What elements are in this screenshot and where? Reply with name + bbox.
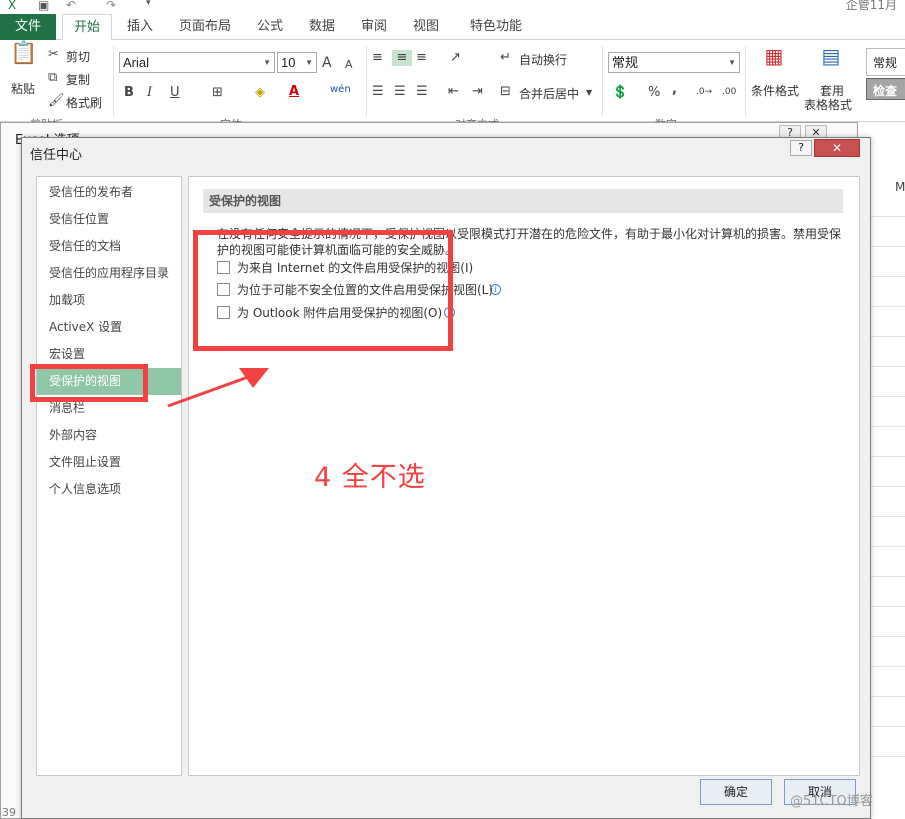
ribbon-divider [745,46,746,116]
font-name-select[interactable]: Arial ▼ [119,52,275,73]
table-format-icon: ▤ [821,44,841,68]
tab-home[interactable]: 开始 [62,14,112,41]
align-right-icon[interactable]: ☰ [416,84,428,100]
merge-center-button[interactable]: 合并后居中 [519,85,579,102]
nav-item-trusted-app-catalogs[interactable]: 受信任的应用程序目录 [37,260,181,287]
decrease-indent-icon[interactable]: ⇤ [448,84,459,100]
redo-icon[interactable]: ↷ [106,0,116,12]
grow-font-icon[interactable]: A [322,55,332,71]
comma-button[interactable]: , [672,82,677,98]
percent-button[interactable]: % [648,85,660,101]
undo-icon[interactable]: ↶ [66,0,76,12]
table-format-line2[interactable]: 表格格式 [804,96,852,113]
scissors-icon: ✂ [48,47,59,62]
excel-logo-icon: X [8,0,17,12]
nav-item-external-content[interactable]: 外部内容 [37,422,181,449]
tab-file[interactable]: 文件 [0,14,56,40]
nav-item-activex-settings[interactable]: ActiveX 设置 [37,314,181,341]
chevron-down-icon[interactable]: ▼ [586,85,592,101]
orientation-icon[interactable]: ↗ [450,50,461,66]
nav-item-privacy-options[interactable]: 个人信息选项 [37,476,181,503]
paste-button[interactable]: 粘贴 [11,80,35,97]
nav-item-trusted-locations[interactable]: 受信任位置 [37,206,181,233]
font-color-icon[interactable]: A [289,84,299,100]
fill-color-icon[interactable]: ◈ [255,85,265,101]
window-title: 企管11月 [845,0,897,12]
trust-center-nav: 受信任的发布者 受信任位置 受信任的文档 受信任的应用程序目录 加载项 Acti… [36,176,182,776]
wrap-text-button[interactable]: 自动换行 [519,51,567,68]
underline-button[interactable]: U [170,85,180,101]
quick-access-dropdown-icon[interactable]: ▾ [146,0,151,12]
format-painter-icon: 🖌 [48,93,65,108]
ribbon-divider [366,46,367,116]
tab-formulas[interactable]: 公式 [248,14,292,40]
copy-button[interactable]: 复制 [66,71,90,88]
italic-button[interactable]: I [147,85,152,101]
nav-item-trusted-documents[interactable]: 受信任的文档 [37,233,181,260]
tab-insert[interactable]: 插入 [118,14,162,40]
font-size-select[interactable]: 10 ▼ [277,52,317,73]
close-button[interactable]: ✕ [814,139,860,157]
format-painter-button[interactable]: 格式刷 [66,94,102,111]
tab-page-layout[interactable]: 页面布局 [170,14,240,40]
title-bar: X ▣ ↶ ↷ ▾ 企管11月 [0,0,905,14]
align-bottom-icon[interactable]: ≡ [416,50,427,66]
increase-indent-icon[interactable]: ⇥ [472,84,483,100]
annotation-box-options [193,230,453,351]
ok-button[interactable]: 确定 [700,779,772,805]
watermark: @51CTO博客 [790,794,873,809]
align-left-icon[interactable]: ☰ [372,84,384,100]
decrease-decimal-icon[interactable]: .00 [722,84,736,100]
column-header-m: M [895,180,905,194]
number-format-value: 常规 [612,55,639,70]
font-name-value: Arial [123,55,150,70]
ribbon-tabs: 文件 开始 插入 页面布局 公式 数据 审阅 视图 特色功能 [0,14,905,41]
section-header: 受保护的视图 [203,189,843,213]
conditional-format-button[interactable]: 条件格式 [751,82,799,99]
border-icon[interactable]: ⊞ [212,85,223,101]
annotation-arrow-icon [167,368,269,408]
ribbon-divider [602,46,603,116]
tab-data[interactable]: 数据 [300,14,344,40]
row-number: 39 [2,806,16,819]
tab-view[interactable]: 视图 [404,14,448,40]
shrink-font-icon[interactable]: A [345,57,353,73]
align-top-icon[interactable]: ≡ [372,50,383,66]
chevron-down-icon: ▼ [728,58,736,67]
align-center-icon[interactable]: ☰ [394,84,406,100]
copy-icon: ⧉ [48,70,58,85]
cut-button[interactable]: 剪切 [66,48,90,65]
nav-item-addins[interactable]: 加载项 [37,287,181,314]
paste-icon[interactable]: 📋 [10,43,38,78]
tab-special-features[interactable]: 特色功能 [458,14,534,40]
style-check[interactable]: 检查 [866,78,905,100]
conditional-format-icon: ▦ [764,44,784,68]
style-normal[interactable]: 常规 [866,48,905,76]
chevron-down-icon: ▼ [263,58,271,67]
increase-decimal-icon[interactable]: .0→ [696,84,712,100]
number-format-select[interactable]: 常规 ▼ [608,52,740,73]
annotation-text: 4 全不选 [314,462,426,493]
wrap-text-icon: ↵ [500,50,511,65]
help-button[interactable]: ? [790,140,812,156]
tab-review[interactable]: 审阅 [352,14,396,40]
ribbon: 📋 粘贴 ✂ 剪切 ⧉ 复制 🖌 格式刷 剪贴板 Arial ▼ 10 ▼ A … [0,40,905,131]
chevron-down-icon: ▼ [305,58,313,67]
dialog-title: 信任中心 [30,148,83,163]
nav-item-trusted-publishers[interactable]: 受信任的发布者 [37,179,181,206]
accounting-format-icon[interactable]: 💲 [612,85,628,101]
bold-button[interactable]: B [124,85,134,101]
save-icon[interactable]: ▣ [38,0,49,12]
font-size-value: 10 [281,55,296,70]
annotation-box-nav [30,364,148,402]
ribbon-divider [113,46,114,116]
merge-icon: ⊟ [500,84,511,99]
phonetic-icon[interactable]: wén [330,82,351,98]
info-icon[interactable]: i [490,284,501,295]
align-middle-icon[interactable]: ≡ [392,50,412,66]
nav-item-file-block-settings[interactable]: 文件阻止设置 [37,449,181,476]
